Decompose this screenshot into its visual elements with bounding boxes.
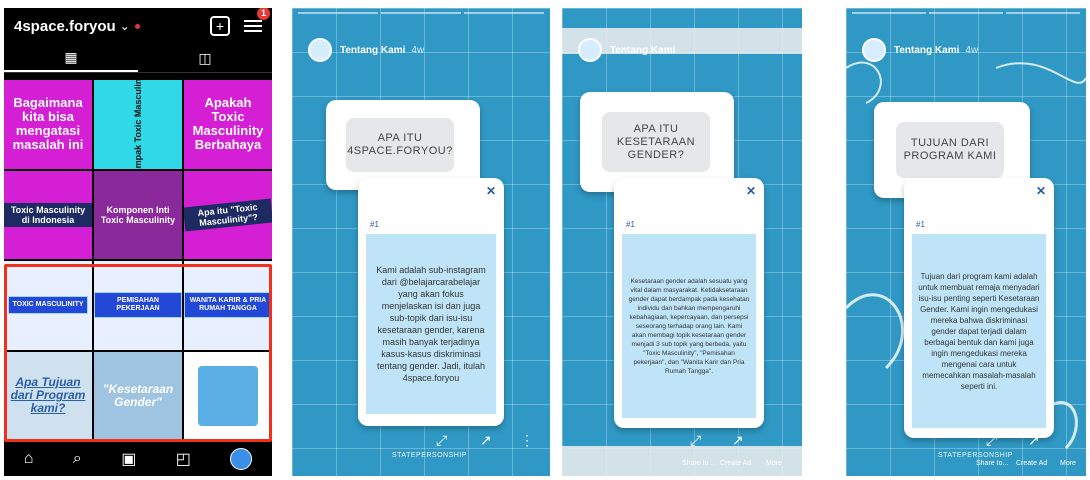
close-icon[interactable]: ✕	[486, 184, 496, 198]
notification-dot	[134, 23, 140, 29]
bottom-nav: ⌂ ⌕ ▣ ◰	[4, 442, 272, 476]
answer-text: Tujuan dari program kami adalah untuk me…	[912, 234, 1046, 428]
story-footer: STATEPERSONSHIP ⤢ ↗ ⋮	[392, 432, 534, 459]
search-icon[interactable]: ⌕	[73, 450, 82, 468]
answer-text: Kesetaraan gender adalah sesuatu yang vi…	[622, 234, 756, 418]
create-ad-label[interactable]: Create Ad	[1016, 460, 1047, 467]
story-header: Tentang Kami 4w	[308, 38, 424, 62]
post-tile[interactable]: Apa itu "Toxic Masculinity"?	[184, 170, 272, 259]
story-screen[interactable]: Tentang Kami 4w TUJUAN DARI PROGRAM KAMI…	[846, 8, 1086, 476]
question-text: APA ITU 4SPACE.FORYOU?	[346, 118, 454, 172]
highlight-box	[4, 264, 272, 442]
story-screen[interactable]: Tentang Kami 4w APA ITU 4SPACE.FORYOU? ✕…	[292, 8, 550, 476]
share-label[interactable]: Share to...	[976, 460, 1008, 467]
question-card: APA ITU KESETARAAN GENDER?	[580, 92, 734, 192]
story-screen[interactable]: Tentang Kami APA ITU KESETARAAN GENDER? …	[562, 8, 802, 476]
grid-icon[interactable]: ▦	[4, 44, 138, 72]
question-text: APA ITU KESETARAAN GENDER?	[602, 112, 710, 172]
post-tile[interactable]: Toxic Masculinity di Indonesia	[4, 170, 92, 259]
story-progress	[852, 12, 1080, 14]
menu-icon[interactable]: 1	[244, 8, 270, 35]
story-header: Tentang Kami 4w	[862, 38, 978, 62]
question-card: APA ITU 4SPACE.FORYOU?	[326, 100, 480, 190]
profile-header: 4space.foryou ⌄ + 1	[4, 8, 272, 44]
avatar[interactable]	[308, 38, 332, 62]
create-ad-label[interactable]: Create Ad	[720, 460, 751, 467]
avatar[interactable]	[578, 38, 602, 62]
story-progress	[298, 12, 544, 14]
answer-card: ✕ #1 Kesetaraan gender adalah sesuatu ya…	[614, 178, 764, 428]
tagged-icon[interactable]: ◫	[138, 44, 272, 72]
home-icon[interactable]: ⌂	[24, 450, 34, 468]
post-tile[interactable]: Dampak Toxic Masculinity	[94, 80, 182, 169]
avatar[interactable]	[230, 448, 253, 470]
answer-card: ✕ #1 Tujuan dari program kami adalah unt…	[904, 178, 1054, 438]
trending-icon[interactable]: ↗	[480, 432, 492, 449]
share-icon[interactable]: ⤢	[986, 432, 997, 449]
question-text: TUJUAN DARI PROGRAM KAMI	[896, 122, 1004, 178]
answer-card: ✕ #1 Kami adalah sub-instagram dari @bel…	[358, 178, 504, 426]
close-icon[interactable]: ✕	[1036, 184, 1046, 198]
close-icon[interactable]: ✕	[746, 184, 756, 198]
notification-badge: 1	[257, 8, 270, 20]
post-tile[interactable]: Komponen Inti Toxic Masculinity	[94, 170, 182, 259]
username[interactable]: 4space.foryou	[14, 18, 116, 35]
share-icon[interactable]: ⤢	[690, 432, 701, 449]
share-icon[interactable]: ⤢	[436, 432, 447, 449]
more-icon[interactable]: ⋮	[520, 432, 534, 449]
trending-icon[interactable]: ↗	[732, 432, 744, 449]
story-footer: ⤢ ↗ Share to... Create Ad More	[562, 430, 802, 470]
story-footer: STATEPERSONSHIP ⤢ ↗ Share to... Create A…	[938, 432, 1076, 467]
trending-icon[interactable]: ↗	[1028, 432, 1040, 449]
plus-square-icon[interactable]: +	[210, 16, 230, 36]
post-tile[interactable]: Apakah Toxic Masculinity Berbahaya	[184, 80, 272, 169]
answer-text: Kami adalah sub-instagram dari @belajarc…	[366, 234, 496, 414]
story-header: Tentang Kami	[578, 38, 681, 62]
share-label[interactable]: Share to...	[682, 460, 714, 467]
avatar[interactable]	[862, 38, 886, 62]
more-label[interactable]: More	[1060, 460, 1076, 467]
reels-icon[interactable]: ▣	[121, 449, 136, 469]
post-tile[interactable]: Bagaimana kita bisa mengatasi masalah in…	[4, 80, 92, 169]
more-label[interactable]: More	[766, 460, 782, 467]
chevron-down-icon[interactable]: ⌄	[120, 19, 130, 33]
profile-tabs: ▦ ◫	[4, 44, 272, 73]
shop-icon[interactable]: ◰	[176, 449, 191, 469]
profile-screen: 4space.foryou ⌄ + 1 ▦ ◫ Bagaimana kita b…	[4, 8, 272, 476]
